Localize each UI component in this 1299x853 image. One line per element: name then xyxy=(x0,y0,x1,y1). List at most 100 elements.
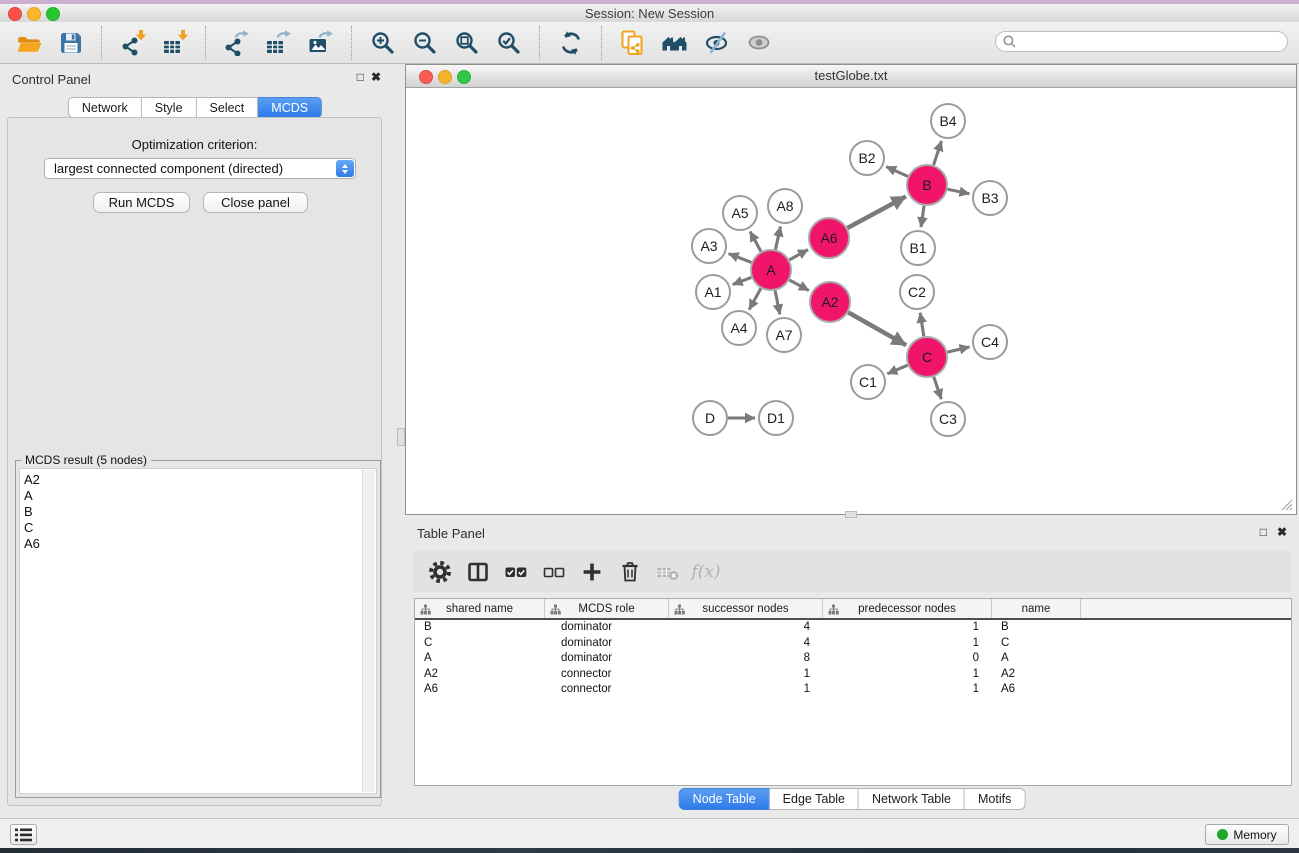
cell-predecessor-nodes[interactable]: 1 xyxy=(822,636,991,652)
graph-node-A5[interactable]: A5 xyxy=(723,196,757,230)
table-tab-motifs[interactable]: Motifs xyxy=(965,788,1025,810)
graph-edge-A-A7[interactable] xyxy=(775,291,780,315)
network-canvas[interactable]: AA1A2A3A4A5A6A7A8BB1B2B3B4CC1C2C3C4DD1 xyxy=(406,88,1296,514)
cell-name[interactable]: A xyxy=(991,651,1080,667)
cell-shared-name[interactable]: A xyxy=(415,651,544,667)
graph-node-A[interactable]: A xyxy=(751,250,791,290)
graph-edge-A-A1[interactable] xyxy=(733,277,752,284)
zoom-out-icon[interactable] xyxy=(408,27,442,59)
graph-edge-C-C1[interactable] xyxy=(887,365,907,374)
mcds-result-item[interactable]: C xyxy=(20,520,376,536)
graph-node-A4[interactable]: A4 xyxy=(722,311,756,345)
optimization-criterion-select[interactable]: largest connected component (directed) xyxy=(44,158,356,179)
float-table-panel-icon[interactable]: □ xyxy=(1260,525,1267,539)
graph-edge-A-A4[interactable] xyxy=(749,288,761,309)
graph-edge-A-A3[interactable] xyxy=(729,254,752,263)
run-mcds-button[interactable]: Run MCDS xyxy=(93,192,190,213)
cell-MCDS-role[interactable]: connector xyxy=(544,682,668,698)
graph-edge-B-B4[interactable] xyxy=(934,141,942,165)
show-graphics-icon[interactable] xyxy=(742,27,776,59)
cell-predecessor-nodes[interactable]: 1 xyxy=(822,682,991,698)
column-header-shared-name[interactable]: shared name xyxy=(415,599,544,618)
graph-node-B2[interactable]: B2 xyxy=(850,141,884,175)
splitpane-divider-handle-horizontal[interactable] xyxy=(845,511,857,518)
import-network-icon[interactable] xyxy=(116,27,150,59)
resize-grip-icon[interactable] xyxy=(1280,498,1294,512)
close-panel-icon[interactable]: ✖ xyxy=(371,70,381,84)
graph-node-D1[interactable]: D1 xyxy=(759,401,793,435)
save-session-icon[interactable] xyxy=(54,27,88,59)
zoom-fit-icon[interactable] xyxy=(450,27,484,59)
splitpane-divider-handle[interactable] xyxy=(397,428,405,446)
cell-successor-nodes[interactable]: 8 xyxy=(668,651,822,667)
graph-node-A3[interactable]: A3 xyxy=(692,229,726,263)
graph-edge-B-B2[interactable] xyxy=(886,167,908,177)
table-tab-network-table[interactable]: Network Table xyxy=(859,788,965,810)
cell-shared-name[interactable]: B xyxy=(415,620,544,636)
tab-network[interactable]: Network xyxy=(68,97,142,118)
cell-MCDS-role[interactable]: connector xyxy=(544,667,668,683)
table-row[interactable]: A6connector11A6 xyxy=(415,682,1291,698)
cell-shared-name[interactable]: A2 xyxy=(415,667,544,683)
cell-shared-name[interactable]: C xyxy=(415,636,544,652)
graph-edge-C-C4[interactable] xyxy=(947,347,969,352)
add-row-icon[interactable] xyxy=(579,559,605,585)
column-header-MCDS-role[interactable]: MCDS role xyxy=(544,599,668,618)
column-layout-icon[interactable] xyxy=(465,559,491,585)
graph-node-B1[interactable]: B1 xyxy=(901,231,935,265)
cell-name[interactable]: A2 xyxy=(991,667,1080,683)
zoom-in-icon[interactable] xyxy=(366,27,400,59)
graph-edge-A2-C[interactable] xyxy=(848,312,906,345)
cell-name[interactable]: B xyxy=(991,620,1080,636)
cell-successor-nodes[interactable]: 4 xyxy=(668,620,822,636)
column-header-successor-nodes[interactable]: successor nodes xyxy=(668,599,822,618)
cell-name[interactable]: A6 xyxy=(991,682,1080,698)
graph-edge-B-B3[interactable] xyxy=(948,189,970,194)
graph-node-C1[interactable]: C1 xyxy=(851,365,885,399)
tab-select[interactable]: Select xyxy=(197,97,259,118)
mcds-result-item[interactable]: A xyxy=(20,488,376,504)
cell-successor-nodes[interactable]: 1 xyxy=(668,667,822,683)
graph-edge-A-A8[interactable] xyxy=(775,227,780,250)
export-network-icon[interactable] xyxy=(220,27,254,59)
table-row[interactable]: Adominator80A xyxy=(415,651,1291,667)
graph-node-C[interactable]: C xyxy=(907,337,947,377)
deselect-all-icon[interactable] xyxy=(541,559,567,585)
tab-style[interactable]: Style xyxy=(142,97,197,118)
column-header-name[interactable]: name xyxy=(991,599,1080,618)
graph-edge-A-A2[interactable] xyxy=(789,280,808,291)
delete-row-icon[interactable] xyxy=(617,559,643,585)
close-panel-button[interactable]: Close panel xyxy=(203,192,308,213)
settings-icon[interactable] xyxy=(427,559,453,585)
graph-node-B4[interactable]: B4 xyxy=(931,104,965,138)
graph-edge-A-A5[interactable] xyxy=(750,231,761,251)
refresh-icon[interactable] xyxy=(554,27,588,59)
table-tab-edge-table[interactable]: Edge Table xyxy=(770,788,859,810)
cell-successor-nodes[interactable]: 1 xyxy=(668,682,822,698)
first-neighbors-icon[interactable] xyxy=(658,27,692,59)
memory-button[interactable]: Memory xyxy=(1205,824,1289,845)
column-header-predecessor-nodes[interactable]: predecessor nodes xyxy=(822,599,991,618)
graph-node-B[interactable]: B xyxy=(907,165,947,205)
export-table-icon[interactable] xyxy=(262,27,296,59)
graph-node-D[interactable]: D xyxy=(693,401,727,435)
graph-edge-A-A6[interactable] xyxy=(789,250,808,260)
graph-node-A8[interactable]: A8 xyxy=(768,189,802,223)
table-tab-node-table[interactable]: Node Table xyxy=(679,788,770,810)
graph-edge-B-B1[interactable] xyxy=(921,206,924,227)
table-row[interactable]: A2connector11A2 xyxy=(415,667,1291,683)
graph-node-C3[interactable]: C3 xyxy=(931,402,965,436)
cell-MCDS-role[interactable]: dominator xyxy=(544,620,668,636)
graph-node-C4[interactable]: C4 xyxy=(973,325,1007,359)
cell-predecessor-nodes[interactable]: 1 xyxy=(822,620,991,636)
select-all-icon[interactable] xyxy=(503,559,529,585)
cell-name[interactable]: C xyxy=(991,636,1080,652)
table-row[interactable]: Cdominator41C xyxy=(415,636,1291,652)
cell-predecessor-nodes[interactable]: 0 xyxy=(822,651,991,667)
mcds-result-item[interactable]: A2 xyxy=(20,472,376,488)
cell-shared-name[interactable]: A6 xyxy=(415,682,544,698)
new-network-from-selection-icon[interactable] xyxy=(616,27,650,59)
graph-node-A7[interactable]: A7 xyxy=(767,318,801,352)
cell-successor-nodes[interactable]: 4 xyxy=(668,636,822,652)
hide-graphics-icon[interactable] xyxy=(700,27,734,59)
